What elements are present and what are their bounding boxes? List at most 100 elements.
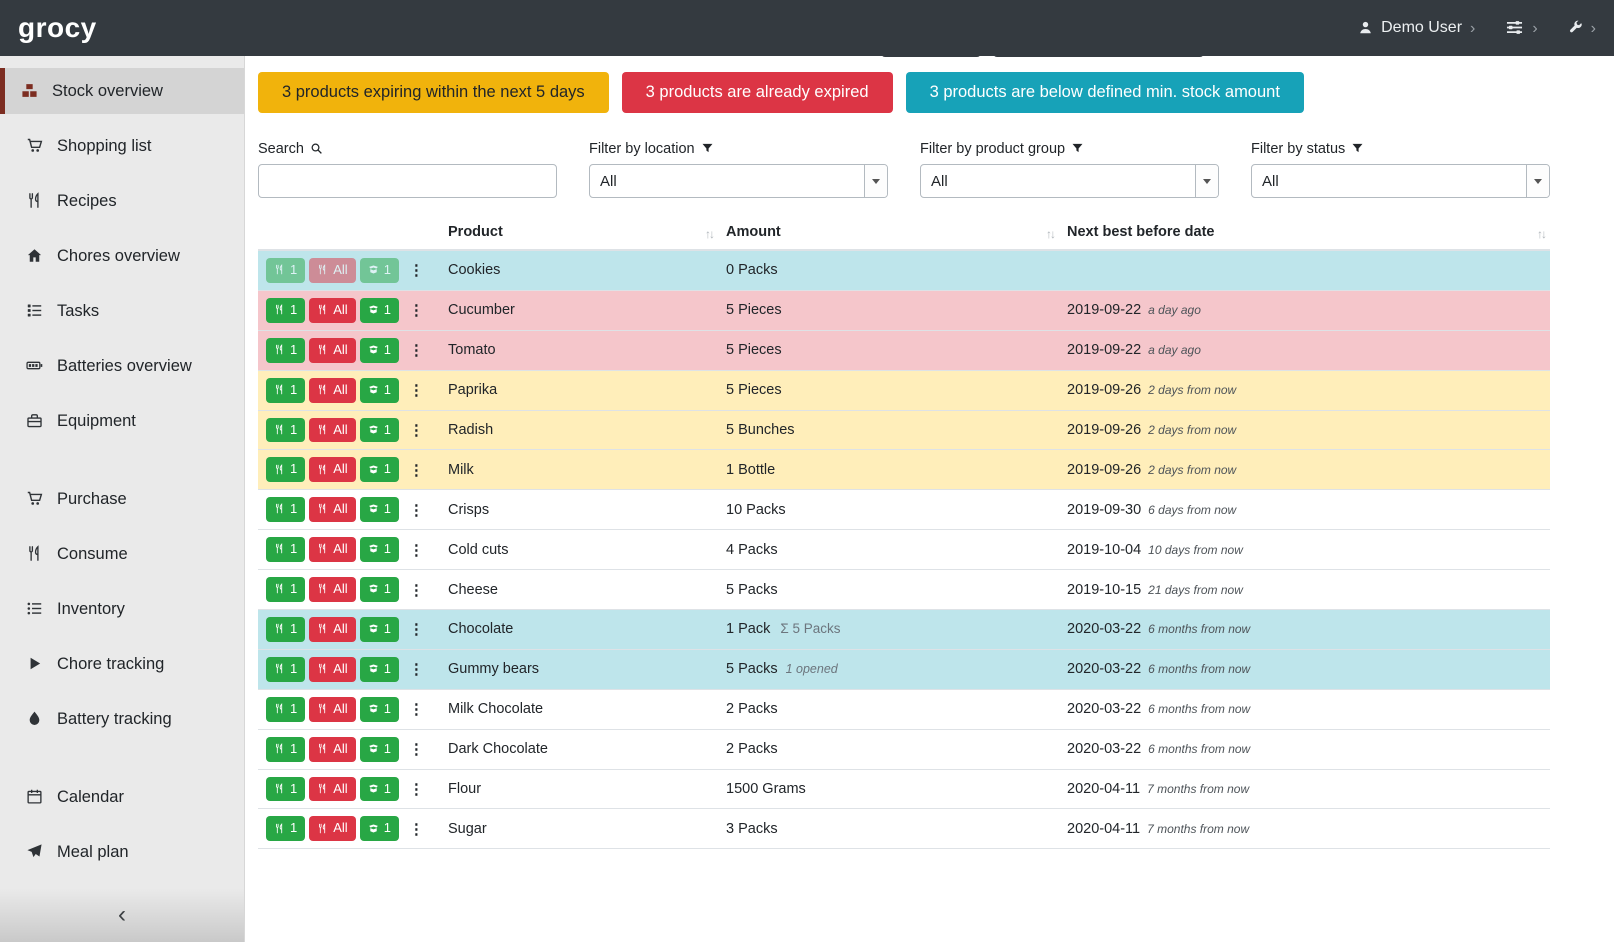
utensils-icon bbox=[317, 623, 328, 636]
sidebar-item-purchase[interactable]: Purchase bbox=[0, 476, 244, 522]
row-menu-button[interactable]: ⋮ bbox=[403, 618, 430, 640]
expiring-products-alert[interactable]: 3 products expiring within the next 5 da… bbox=[258, 72, 609, 113]
consume-one-button[interactable]: 1 bbox=[266, 816, 305, 841]
sidebar-item-meal-plan[interactable]: Meal plan bbox=[0, 829, 244, 875]
consume-one-button[interactable]: 1 bbox=[266, 657, 305, 682]
consume-one-button[interactable]: 1 bbox=[266, 298, 305, 323]
open-one-button[interactable]: 1 bbox=[360, 338, 399, 363]
consume-all-button[interactable]: All bbox=[309, 816, 355, 841]
sidebar-item-equipment[interactable]: Equipment bbox=[0, 398, 244, 444]
column-header-amount[interactable]: Amount ↑↓ bbox=[718, 220, 1059, 250]
column-header-product[interactable]: Product ↑↓ bbox=[440, 220, 718, 250]
view-settings-menu[interactable]: › bbox=[1505, 18, 1537, 39]
consume-one-button[interactable]: 1 bbox=[266, 737, 305, 762]
consume-one-button[interactable]: 1 bbox=[266, 457, 305, 482]
consume-all-button[interactable]: All bbox=[309, 378, 355, 403]
consume-one-button[interactable]: 1 bbox=[266, 378, 305, 403]
sidebar-collapse-button[interactable]: ‹ bbox=[0, 888, 244, 942]
row-menu-button[interactable]: ⋮ bbox=[403, 658, 430, 680]
row-menu-button[interactable]: ⋮ bbox=[403, 579, 430, 601]
consume-all-button[interactable]: All bbox=[309, 697, 355, 722]
consume-all-button[interactable]: All bbox=[309, 457, 355, 482]
product-group-select[interactable]: All bbox=[920, 164, 1219, 198]
open-one-button[interactable]: 1 bbox=[360, 697, 399, 722]
open-one-button[interactable]: 1 bbox=[360, 298, 399, 323]
row-menu-button[interactable]: ⋮ bbox=[403, 499, 430, 521]
search-icon bbox=[310, 142, 323, 155]
consume-one-button[interactable]: 1 bbox=[266, 697, 305, 722]
open-one-button[interactable]: 1 bbox=[360, 457, 399, 482]
row-menu-button[interactable]: ⋮ bbox=[403, 459, 430, 481]
sort-icon[interactable]: ↑↓ bbox=[1537, 227, 1545, 241]
search-input[interactable] bbox=[258, 164, 557, 198]
row-menu-button[interactable]: ⋮ bbox=[403, 259, 430, 281]
consume-one-button[interactable]: 1 bbox=[266, 338, 305, 363]
user-menu[interactable]: Demo User › bbox=[1358, 19, 1475, 37]
sidebar-item-tasks[interactable]: Tasks bbox=[0, 288, 244, 334]
consume-all-button[interactable]: All bbox=[309, 298, 355, 323]
consume-one-button[interactable]: 1 bbox=[266, 258, 305, 283]
row-menu-button[interactable]: ⋮ bbox=[403, 539, 430, 561]
consume-all-button[interactable]: All bbox=[309, 537, 355, 562]
sidebar-item-recipes[interactable]: Recipes bbox=[0, 178, 244, 224]
sidebar-item-calendar[interactable]: Calendar bbox=[0, 774, 244, 820]
column-header-next-best-before-date[interactable]: Next best before date ↑↓ bbox=[1059, 220, 1550, 250]
status-select[interactable]: All bbox=[1251, 164, 1550, 198]
consume-all-button[interactable]: All bbox=[309, 497, 355, 522]
consume-all-button[interactable]: All bbox=[309, 418, 355, 443]
open-one-button[interactable]: 1 bbox=[360, 816, 399, 841]
consume-one-button[interactable]: 1 bbox=[266, 577, 305, 602]
table-row: 1All1⋮Tomato5 Pieces2019-09-22a day ago bbox=[258, 330, 1550, 370]
consume-all-button[interactable]: All bbox=[309, 617, 355, 642]
sidebar-item-chore-tracking[interactable]: Chore tracking bbox=[0, 641, 244, 687]
open-one-button[interactable]: 1 bbox=[360, 378, 399, 403]
open-one-button[interactable]: 1 bbox=[360, 258, 399, 283]
row-menu-button[interactable]: ⋮ bbox=[403, 379, 430, 401]
row-menu-button[interactable]: ⋮ bbox=[403, 698, 430, 720]
product-name: Radish bbox=[440, 410, 718, 450]
consume-one-button[interactable]: 1 bbox=[266, 418, 305, 443]
consume-one-button[interactable]: 1 bbox=[266, 777, 305, 802]
open-one-button[interactable]: 1 bbox=[360, 737, 399, 762]
consume-one-button[interactable]: 1 bbox=[266, 537, 305, 562]
open-one-button[interactable]: 1 bbox=[360, 497, 399, 522]
row-menu-button[interactable]: ⋮ bbox=[403, 818, 430, 840]
sidebar-item-chores-overview[interactable]: Chores overview bbox=[0, 233, 244, 279]
row-menu-button[interactable]: ⋮ bbox=[403, 738, 430, 760]
expired-products-alert[interactable]: 3 products are already expired bbox=[622, 72, 893, 113]
consume-one-button[interactable]: 1 bbox=[266, 497, 305, 522]
sidebar-item-stock-overview[interactable]: Stock overview bbox=[0, 68, 244, 114]
consume-all-button[interactable]: All bbox=[309, 737, 355, 762]
open-one-button[interactable]: 1 bbox=[360, 657, 399, 682]
sort-icon[interactable]: ↑↓ bbox=[705, 227, 713, 241]
sidebar-item-shopping-list[interactable]: Shopping list bbox=[0, 123, 244, 169]
open-one-button[interactable]: 1 bbox=[360, 537, 399, 562]
open-one-button[interactable]: 1 bbox=[360, 418, 399, 443]
consume-all-button[interactable]: All bbox=[309, 338, 355, 363]
open-one-button[interactable]: 1 bbox=[360, 617, 399, 642]
sidebar-item-inventory[interactable]: Inventory bbox=[0, 586, 244, 632]
below-min-stock-alert[interactable]: 3 products are below defined min. stock … bbox=[906, 72, 1304, 113]
consume-all-button[interactable]: All bbox=[309, 657, 355, 682]
row-menu-button[interactable]: ⋮ bbox=[403, 419, 430, 441]
sidebar-item-battery-tracking[interactable]: Battery tracking bbox=[0, 696, 244, 742]
consume-all-button[interactable]: All bbox=[309, 777, 355, 802]
consume-all-button[interactable]: All bbox=[309, 258, 355, 283]
open-one-button[interactable]: 1 bbox=[360, 777, 399, 802]
best-before-timeago: a day ago bbox=[1148, 303, 1201, 317]
row-menu-button[interactable]: ⋮ bbox=[403, 299, 430, 321]
admin-menu[interactable]: › bbox=[1568, 20, 1596, 37]
app-logo[interactable]: grocy bbox=[18, 12, 97, 44]
drop-icon bbox=[22, 710, 46, 728]
sort-icon[interactable]: ↑↓ bbox=[1046, 227, 1054, 241]
table-row: 1All1⋮Milk1 Bottle2019-09-262 days from … bbox=[258, 450, 1550, 490]
best-before-date: 2019-10-15 bbox=[1067, 582, 1141, 598]
open-one-button[interactable]: 1 bbox=[360, 577, 399, 602]
row-menu-button[interactable]: ⋮ bbox=[403, 778, 430, 800]
sidebar-item-consume[interactable]: Consume bbox=[0, 531, 244, 577]
sidebar-item-batteries-overview[interactable]: Batteries overview bbox=[0, 343, 244, 389]
location-select[interactable]: All bbox=[589, 164, 888, 198]
consume-one-button[interactable]: 1 bbox=[266, 617, 305, 642]
row-menu-button[interactable]: ⋮ bbox=[403, 339, 430, 361]
consume-all-button[interactable]: All bbox=[309, 577, 355, 602]
